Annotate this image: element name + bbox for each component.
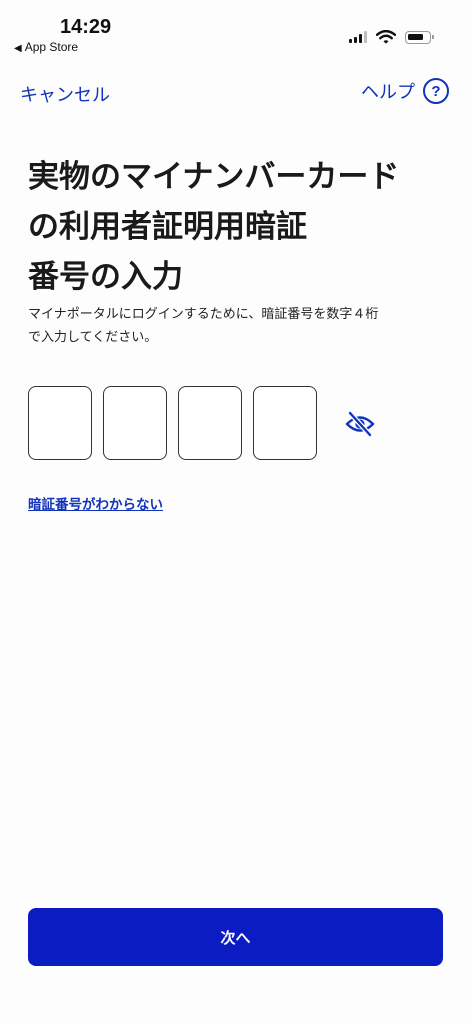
status-time: 14:29	[60, 16, 112, 38]
status-icons	[349, 30, 434, 44]
forgot-pin-link[interactable]: 暗証番号がわからない	[28, 493, 163, 513]
battery-icon	[405, 30, 434, 44]
question-circle-icon: ?	[423, 78, 449, 104]
cellular-signal-icon	[349, 31, 367, 43]
wifi-icon	[376, 30, 396, 44]
triangle-left-icon: ◀	[14, 43, 22, 54]
page-title-line: 実物のマイナンバーカード	[28, 159, 400, 195]
help-button[interactable]: ヘルプ ?	[361, 78, 449, 104]
page-title-line: の利用者証明用暗証	[28, 209, 307, 245]
pin-input-group	[28, 386, 317, 460]
next-button[interactable]: 次へ	[28, 908, 443, 966]
page-title: 実物のマイナンバーカード の利用者証明用暗証 番号の入力	[28, 152, 448, 302]
pin-digit-4[interactable]	[253, 386, 317, 460]
instruction-line: マイナポータルにログインするために、暗証番号を数字４桁	[28, 307, 379, 322]
page-title-line: 番号の入力	[28, 259, 183, 295]
back-to-app-store[interactable]: ◀ App Store	[14, 40, 78, 54]
instruction-text: マイナポータルにログインするために、暗証番号を数字４桁 で入力してください。	[28, 303, 458, 349]
status-bar: 14:29 ◀ App Store	[0, 0, 471, 60]
pin-digit-3[interactable]	[178, 386, 242, 460]
pin-digit-1[interactable]	[28, 386, 92, 460]
help-label: ヘルプ	[361, 82, 415, 103]
instruction-line: で入力してください。	[28, 330, 158, 345]
pin-digit-2[interactable]	[103, 386, 167, 460]
cancel-button[interactable]: キャンセル	[20, 81, 110, 107]
eye-slash-icon	[345, 411, 375, 437]
show-pin-toggle[interactable]	[345, 410, 375, 438]
back-app-label: App Store	[24, 40, 79, 54]
